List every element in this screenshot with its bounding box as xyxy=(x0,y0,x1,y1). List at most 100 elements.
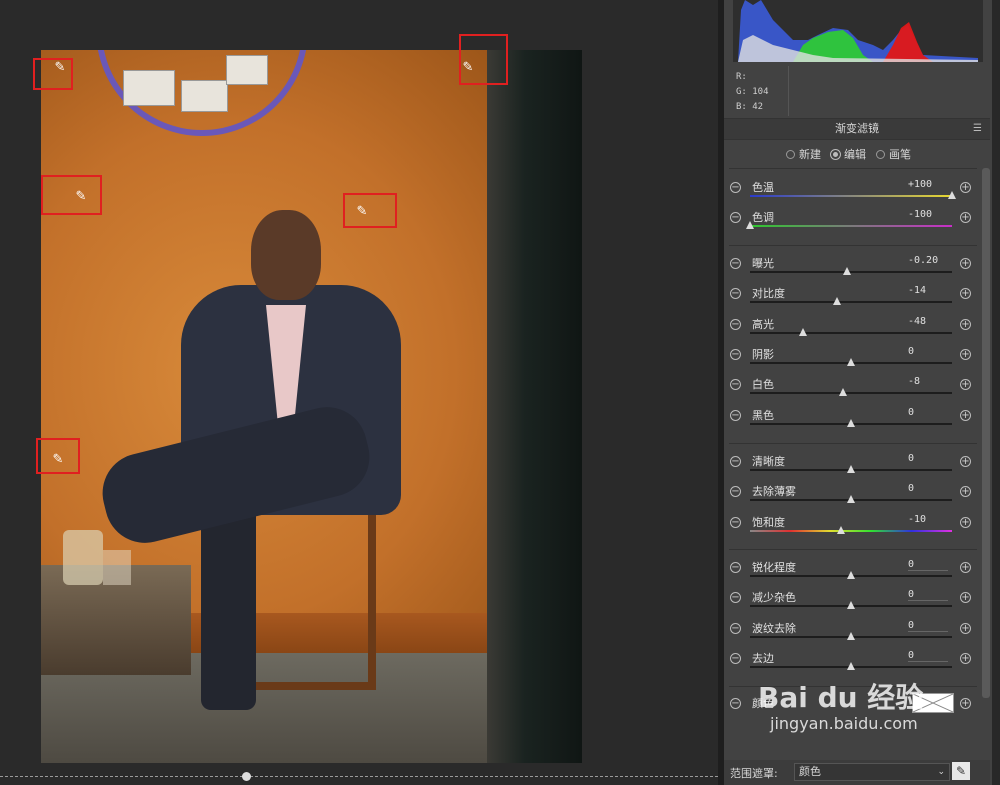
gradient-guide-knob[interactable] xyxy=(242,772,251,781)
slider-value[interactable]: -8 xyxy=(908,376,948,387)
plus-icon[interactable]: + xyxy=(960,592,971,604)
plus-icon[interactable]: + xyxy=(960,652,971,664)
mode-radio[interactable]: 编辑 xyxy=(830,146,866,162)
minus-icon[interactable]: − xyxy=(730,212,741,224)
slider-value[interactable]: 0 xyxy=(908,483,948,494)
slider-thumb[interactable] xyxy=(847,571,855,579)
section-divider xyxy=(729,686,977,687)
slider-row: − 去边 0 + xyxy=(728,649,976,679)
minus-icon[interactable]: − xyxy=(730,348,741,360)
range-mask-bar: 范围遮罩: 颜色 ⌄ ✎ xyxy=(724,760,990,785)
plus-icon[interactable]: + xyxy=(960,318,971,330)
photo-person-leg xyxy=(201,500,256,710)
minus-icon[interactable]: − xyxy=(730,622,741,634)
minus-icon[interactable]: − xyxy=(730,592,741,604)
plus-icon[interactable]: + xyxy=(960,562,971,573)
plus-icon[interactable]: + xyxy=(960,212,971,224)
minus-icon[interactable]: − xyxy=(730,258,741,269)
slider-track[interactable] xyxy=(750,195,952,197)
b-value: 42 xyxy=(752,102,764,112)
minus-icon[interactable]: − xyxy=(730,182,741,193)
mode-radio-group: 新建 编辑 画笔 xyxy=(786,146,911,162)
range-mask-select[interactable]: 颜色 ⌄ xyxy=(794,763,950,781)
slider-value[interactable]: 0 xyxy=(908,650,948,662)
color-swatch[interactable] xyxy=(912,693,954,713)
plus-icon[interactable]: + xyxy=(960,516,971,528)
mode-radio[interactable]: 新建 xyxy=(786,146,821,162)
g-label: G: xyxy=(736,87,747,97)
slider-thumb[interactable] xyxy=(847,465,855,473)
mask-pin-icon[interactable]: ✎ xyxy=(74,190,88,204)
plus-icon[interactable]: + xyxy=(960,288,971,300)
image-canvas[interactable]: ✎ ✎ ✎ ✎ ✎ xyxy=(0,0,718,785)
section-divider xyxy=(729,245,977,246)
slider-thumb[interactable] xyxy=(847,495,855,504)
minus-icon[interactable]: − xyxy=(730,379,741,391)
minus-icon[interactable]: − xyxy=(730,562,741,573)
slider-track[interactable] xyxy=(750,529,952,532)
slider-value[interactable]: 0 xyxy=(908,589,948,602)
plus-icon[interactable]: + xyxy=(960,622,971,634)
photo-portrait[interactable] xyxy=(41,50,582,763)
gradient-guide-line[interactable] xyxy=(0,776,718,777)
slider-value[interactable]: +100 xyxy=(908,179,948,190)
slider-thumb[interactable] xyxy=(836,525,845,534)
slider-value[interactable]: 0 xyxy=(908,620,948,632)
histogram xyxy=(733,0,983,62)
slider-row: − 色温 +100 + xyxy=(728,178,976,208)
slider-thumb[interactable] xyxy=(832,297,841,306)
slider-track[interactable] xyxy=(750,225,952,228)
slider-thumb[interactable] xyxy=(847,661,855,670)
slider-thumb[interactable] xyxy=(847,631,855,640)
plus-icon[interactable]: + xyxy=(960,456,971,467)
slider-row: − 曝光 -0.20 + xyxy=(728,254,976,284)
mask-pin-icon[interactable]: ✎ xyxy=(355,205,369,219)
slider-thumb[interactable] xyxy=(746,221,754,230)
minus-icon[interactable]: − xyxy=(730,486,741,498)
slider-thumb[interactable] xyxy=(798,327,807,336)
slider-value[interactable]: -10 xyxy=(908,514,948,525)
plus-icon[interactable]: + xyxy=(960,486,971,498)
minus-icon[interactable]: − xyxy=(730,456,741,467)
plus-icon[interactable]: + xyxy=(960,379,971,391)
slider-thumb[interactable] xyxy=(847,601,855,610)
slider-value[interactable]: -14 xyxy=(908,285,948,296)
highlight-box xyxy=(41,175,102,215)
minus-icon[interactable]: − xyxy=(730,516,741,528)
slider-value[interactable]: 0 xyxy=(908,407,948,418)
slider-value[interactable]: -48 xyxy=(908,316,948,327)
slider-track[interactable] xyxy=(750,392,952,395)
plus-icon[interactable]: + xyxy=(960,698,971,709)
slider-thumb[interactable] xyxy=(838,388,847,397)
radio-dot-icon xyxy=(876,149,885,159)
slider-value[interactable]: 0 xyxy=(908,559,948,571)
mask-pin-icon[interactable]: ✎ xyxy=(53,61,67,75)
minus-icon[interactable]: − xyxy=(730,288,741,300)
slider-value[interactable]: -100 xyxy=(908,209,948,220)
slider-value[interactable]: -0.20 xyxy=(908,255,948,266)
slider-thumb[interactable] xyxy=(948,191,956,199)
panel-scrollbar[interactable] xyxy=(982,168,990,698)
slider-value[interactable]: 0 xyxy=(908,453,948,464)
slider-track[interactable] xyxy=(750,301,952,304)
slider-thumb[interactable] xyxy=(842,267,851,275)
slider-value[interactable]: 0 xyxy=(908,346,948,357)
slider-track[interactable] xyxy=(750,331,952,334)
slider-row: − 高光 -48 + xyxy=(728,315,976,345)
plus-icon[interactable]: + xyxy=(960,348,971,360)
slider-thumb[interactable] xyxy=(847,418,855,427)
menu-icon[interactable]: ☰ xyxy=(973,119,982,139)
plus-icon[interactable]: + xyxy=(960,182,971,193)
minus-icon[interactable]: − xyxy=(730,698,741,709)
slider-thumb[interactable] xyxy=(847,357,855,366)
minus-icon[interactable]: − xyxy=(730,409,741,421)
slider-track[interactable] xyxy=(750,271,952,273)
minus-icon[interactable]: − xyxy=(730,652,741,664)
plus-icon[interactable]: + xyxy=(960,258,971,269)
mask-pin-icon[interactable]: ✎ xyxy=(461,61,475,75)
plus-icon[interactable]: + xyxy=(960,409,971,421)
minus-icon[interactable]: − xyxy=(730,318,741,330)
eyedropper-icon[interactable]: ✎ xyxy=(952,762,970,780)
mask-pin-icon[interactable]: ✎ xyxy=(51,453,65,467)
mode-radio[interactable]: 画笔 xyxy=(876,146,911,162)
